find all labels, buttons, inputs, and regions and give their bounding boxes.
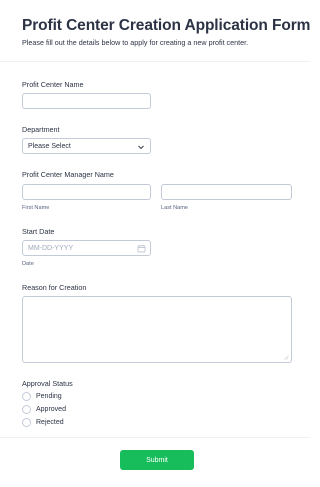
radio-option-approved[interactable]: Approved	[22, 405, 66, 414]
department-select[interactable]: Please Select	[22, 138, 151, 154]
radio-option-pending[interactable]: Pending	[22, 392, 62, 401]
resize-handle-icon[interactable]	[284, 355, 289, 360]
calendar-icon[interactable]	[137, 244, 146, 253]
reason-textarea[interactable]	[22, 296, 292, 363]
department-label: Department	[22, 125, 60, 134]
radio-label: Approved	[36, 406, 66, 413]
form-title: Profit Center Creation Application Form	[22, 17, 311, 34]
approval-status-label: Approval Status	[22, 379, 73, 388]
radio-label: Rejected	[36, 419, 64, 426]
submit-button[interactable]: Submit	[120, 450, 194, 470]
profit-center-name-label: Profit Center Name	[22, 80, 84, 89]
form-subtitle: Please fill out the details below to app…	[22, 38, 249, 47]
footer-divider	[0, 437, 310, 438]
radio-button[interactable]	[22, 418, 31, 427]
last-name-input[interactable]	[161, 184, 292, 200]
start-date-sublabel: Date	[22, 261, 34, 267]
start-date-input[interactable]: MM-DD-YYYY	[22, 240, 151, 256]
radio-button[interactable]	[22, 405, 31, 414]
start-date-placeholder: MM-DD-YYYY	[28, 245, 74, 252]
last-name-sublabel: Last Name	[161, 205, 189, 211]
radio-button[interactable]	[22, 392, 31, 401]
department-selected-value: Please Select	[28, 143, 71, 150]
first-name-sublabel: First Name	[22, 205, 50, 211]
manager-name-label: Profit Center Manager Name	[22, 170, 114, 179]
reason-label: Reason for Creation	[22, 283, 87, 292]
radio-option-rejected[interactable]: Rejected	[22, 418, 64, 427]
header-divider	[0, 61, 310, 62]
radio-label: Pending	[36, 393, 62, 400]
start-date-label: Start Date	[22, 227, 55, 236]
profit-center-name-input[interactable]	[22, 93, 151, 109]
chevron-down-icon	[138, 145, 144, 150]
first-name-input[interactable]	[22, 184, 151, 200]
